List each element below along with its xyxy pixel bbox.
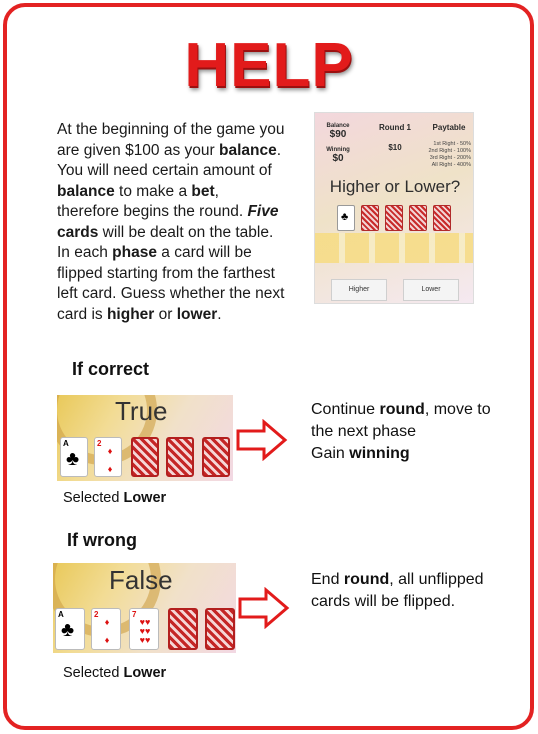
- card-back: [131, 437, 159, 477]
- intro-text: At the beginning of the game you are giv…: [57, 121, 285, 323]
- crown-row: [315, 233, 473, 263]
- preview-card-1: ♣: [337, 205, 355, 231]
- page-title: HELP: [184, 31, 354, 100]
- correct-caption: Selected Lower: [63, 490, 167, 506]
- card-two-diamonds: 2 ♦ ♦: [94, 437, 122, 477]
- preview-card-5: [433, 205, 451, 231]
- wrong-caption: Selected Lower: [63, 665, 167, 681]
- card-back: [168, 608, 198, 650]
- correct-result-image: True A ♣ 2 ♦ ♦: [57, 395, 233, 481]
- club-suit-icon: ♣: [66, 448, 80, 470]
- if-wrong-heading: If wrong: [67, 530, 137, 550]
- higher-button[interactable]: Higher: [331, 279, 387, 301]
- paytable-list: 1st Right - 50% 2nd Right - 100% 3rd Rig…: [428, 141, 472, 168]
- card-seven-hearts: 7 ♥♥ ♥♥ ♥♥: [129, 608, 159, 650]
- card-back: [166, 437, 194, 477]
- winning-display: Winning $0: [326, 147, 350, 164]
- result-text-false: False: [109, 565, 173, 595]
- balance-display: Balance $90: [326, 123, 350, 140]
- preview-card-3: [385, 205, 403, 231]
- club-suit-icon: ♣: [341, 211, 349, 223]
- diamond-suit-icon: ♦ ♦: [107, 446, 113, 474]
- wrong-result-image: False A ♣ 2 ♦ ♦ 7 ♥♥ ♥♥ ♥♥: [53, 563, 236, 653]
- card-back: [202, 437, 230, 477]
- lower-button[interactable]: Lower: [403, 279, 459, 301]
- game-preview: Balance $90 Round 1 Paytable Winning $0 …: [314, 112, 474, 304]
- preview-card-4: [409, 205, 427, 231]
- paytable-label: Paytable: [432, 123, 466, 132]
- higher-lower-prompt: Higher or Lower?: [329, 177, 461, 196]
- if-correct-heading: If correct: [72, 359, 150, 379]
- card-two-diamonds: 2 ♦ ♦: [91, 608, 121, 650]
- wrong-description: End round, all unflipped cards will be f…: [311, 571, 484, 610]
- result-text-true: True: [115, 396, 168, 426]
- right-outline-arrow-icon: [238, 587, 290, 629]
- round-display: Round 1: [379, 123, 411, 132]
- diamond-suit-icon: ♦ ♦: [104, 617, 110, 645]
- card-ace-clubs: A ♣: [60, 437, 88, 477]
- correct-description: Continue round, move to the next phase G…: [311, 401, 491, 462]
- preview-card-2: [361, 205, 379, 231]
- card-ace-clubs: A ♣: [55, 608, 85, 650]
- club-suit-icon: ♣: [61, 619, 75, 641]
- heart-suit-icon: ♥♥ ♥♥ ♥♥: [139, 617, 151, 645]
- bet-display: $10: [388, 143, 402, 152]
- right-outline-arrow-icon: [236, 419, 288, 461]
- card-back: [205, 608, 235, 650]
